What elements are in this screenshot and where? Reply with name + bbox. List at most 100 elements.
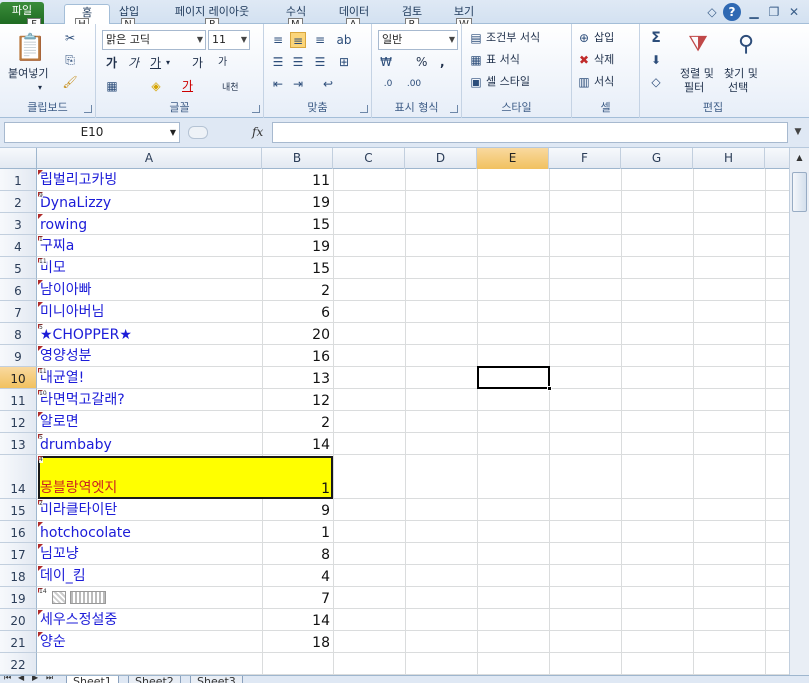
minimize-ribbon-icon[interactable]: ◇ bbox=[703, 3, 721, 21]
cell-a15[interactable]: 미라클타이탄 bbox=[38, 499, 262, 520]
row-header[interactable]: 4 bbox=[0, 235, 37, 257]
formula-bar-grip-icon[interactable] bbox=[188, 126, 208, 139]
fill-handle[interactable] bbox=[547, 386, 552, 391]
delete-cells-button[interactable]: 삭제 bbox=[594, 52, 614, 68]
cell-a3[interactable]: rowing bbox=[38, 213, 262, 234]
fill-icon[interactable]: ⬇ bbox=[648, 52, 664, 68]
nickname-link[interactable]: 몽블랑역엣지 bbox=[40, 477, 117, 497]
row-header[interactable]: 5 bbox=[0, 257, 37, 279]
formula-input[interactable] bbox=[272, 122, 788, 143]
worksheet-grid[interactable]: ABCDEFGH 1 립벌리고카빙 11 2 DynaLizzy 9 19 3 rowing 15… bbox=[0, 148, 789, 683]
row-header[interactable]: 19 bbox=[0, 587, 37, 609]
row-header[interactable]: 14 bbox=[0, 455, 37, 499]
cell-b1[interactable]: 11 bbox=[263, 169, 333, 190]
align-left-icon[interactable]: ☰ bbox=[270, 54, 286, 70]
row-header[interactable]: 16 bbox=[0, 521, 37, 543]
align-top-icon[interactable]: ≡ bbox=[270, 32, 286, 48]
row-header[interactable]: 22 bbox=[0, 653, 37, 675]
vertical-scrollbar[interactable]: ▲ bbox=[789, 148, 809, 683]
nickname-link[interactable]: 남이아빠 bbox=[40, 279, 92, 299]
cell-b2[interactable]: 19 bbox=[263, 191, 333, 212]
decrease-decimal-icon[interactable]: .00 bbox=[406, 76, 422, 92]
row-header[interactable]: 13 bbox=[0, 433, 37, 455]
column-header-h[interactable]: H bbox=[693, 148, 765, 169]
cell-b14[interactable]: 1 bbox=[263, 455, 333, 498]
cell-b9[interactable]: 16 bbox=[263, 345, 333, 366]
sheet-nav-icon[interactable]: ◀ bbox=[18, 676, 24, 682]
phonetic-button[interactable]: 내천 bbox=[222, 80, 239, 96]
row-header[interactable]: 8 bbox=[0, 323, 37, 345]
number-format-select[interactable]: 일반 ▼ bbox=[378, 30, 458, 50]
underline-button[interactable]: 가 bbox=[150, 55, 161, 71]
cell-b16[interactable]: 1 bbox=[263, 521, 333, 542]
row-header[interactable]: 11 bbox=[0, 389, 37, 411]
grow-font-button[interactable]: 가 bbox=[192, 55, 203, 71]
align-right-icon[interactable]: ☰ bbox=[312, 54, 328, 70]
comma-button[interactable]: , bbox=[440, 54, 445, 70]
cell-a2[interactable]: DynaLizzy bbox=[38, 191, 262, 212]
insert-function-button[interactable]: fx bbox=[252, 122, 263, 143]
accounting-format-icon[interactable]: ₩ bbox=[378, 54, 394, 70]
cell-a11[interactable]: 라면먹고갈래? bbox=[38, 389, 262, 410]
cell-a12[interactable]: 알로면 bbox=[38, 411, 262, 432]
nickname-link[interactable]: 미니아버님 bbox=[40, 301, 104, 321]
font-launcher-icon[interactable] bbox=[252, 105, 260, 113]
cell-styles-button[interactable]: 셀 스타일 bbox=[486, 74, 530, 90]
cell-b22[interactable] bbox=[263, 653, 333, 674]
cell-a16[interactable]: hotchocolate bbox=[38, 521, 262, 542]
column-header-d[interactable]: D bbox=[405, 148, 477, 169]
table-format-button[interactable]: 표 서식 bbox=[486, 52, 520, 68]
column-header-c[interactable]: C bbox=[333, 148, 405, 169]
nickname-link[interactable]: drumbaby bbox=[40, 437, 112, 453]
column-header-e[interactable]: E bbox=[477, 148, 549, 169]
alignment-launcher-icon[interactable] bbox=[360, 105, 368, 113]
nickname-link[interactable]: 영양성분 bbox=[40, 345, 92, 365]
cell-b3[interactable]: 15 bbox=[263, 213, 333, 234]
cell-a10[interactable]: 대균열! bbox=[38, 367, 262, 388]
fill-color-icon[interactable]: ◈ bbox=[148, 78, 164, 94]
insert-cells-icon[interactable]: ⊕ bbox=[576, 30, 592, 46]
align-middle-icon[interactable]: ≡ bbox=[290, 32, 306, 48]
nickname-link[interactable]: 세우스정설중 bbox=[40, 609, 117, 629]
row-header[interactable]: 15 bbox=[0, 499, 37, 521]
cell-a21[interactable]: 양순 bbox=[38, 631, 262, 652]
number-launcher-icon[interactable] bbox=[450, 105, 458, 113]
delete-cells-icon[interactable]: ✖ bbox=[576, 52, 592, 68]
sheet-tab-1[interactable]: Sheet1 bbox=[66, 676, 119, 683]
column-header-b[interactable]: B bbox=[262, 148, 333, 169]
restore-window-icon[interactable]: ❐ bbox=[765, 3, 783, 21]
font-size-select[interactable]: 11 ▼ bbox=[208, 30, 250, 50]
paste-icon[interactable]: 📋 bbox=[14, 32, 46, 64]
cell-b18[interactable]: 4 bbox=[263, 565, 333, 586]
column-header-a[interactable]: A bbox=[37, 148, 262, 169]
cell-a4[interactable]: 구찌a bbox=[38, 235, 262, 256]
shrink-font-button[interactable]: 가 bbox=[218, 55, 227, 71]
wrap-text-icon[interactable]: ↩ bbox=[320, 76, 336, 92]
expand-formula-bar-icon[interactable]: ▼ bbox=[790, 122, 806, 143]
merge-center-icon[interactable]: ⊞ bbox=[336, 54, 352, 70]
paste-button[interactable]: 붙여넣기 bbox=[8, 66, 48, 82]
nickname-link[interactable]: 양순 bbox=[40, 631, 66, 651]
cell-a18[interactable]: 데이_킴 bbox=[38, 565, 262, 586]
cell-a9[interactable]: 영양성분 bbox=[38, 345, 262, 366]
copy-icon[interactable]: ⎘ bbox=[62, 52, 78, 68]
column-header-f[interactable]: F bbox=[549, 148, 621, 169]
row-header[interactable]: 20 bbox=[0, 609, 37, 631]
format-cells-icon[interactable]: ▥ bbox=[576, 74, 592, 90]
cell-a5[interactable]: 미모 bbox=[38, 257, 262, 278]
text-orientation-icon[interactable]: ab bbox=[336, 32, 352, 48]
cell-b13[interactable]: 14 bbox=[263, 433, 333, 454]
font-color-button[interactable]: 가 bbox=[182, 78, 193, 94]
cell-a20[interactable]: 세우스정설중 bbox=[38, 609, 262, 630]
cell-a22[interactable] bbox=[38, 653, 262, 674]
conditional-format-button[interactable]: 조건부 서식 bbox=[486, 30, 540, 46]
minimize-window-icon[interactable]: ▁ bbox=[745, 3, 763, 21]
format-cells-button[interactable]: 서식 bbox=[594, 74, 614, 90]
table-format-icon[interactable]: ▦ bbox=[468, 52, 484, 68]
conditional-format-icon[interactable]: ▤ bbox=[468, 30, 484, 46]
name-box[interactable]: E10 ▼ bbox=[4, 122, 180, 143]
cell-styles-icon[interactable]: ▣ bbox=[468, 74, 484, 90]
cell-b5[interactable]: 15 bbox=[263, 257, 333, 278]
row-header[interactable]: 1 bbox=[0, 169, 37, 191]
sheet-tab-3[interactable]: Sheet3 bbox=[190, 676, 243, 683]
